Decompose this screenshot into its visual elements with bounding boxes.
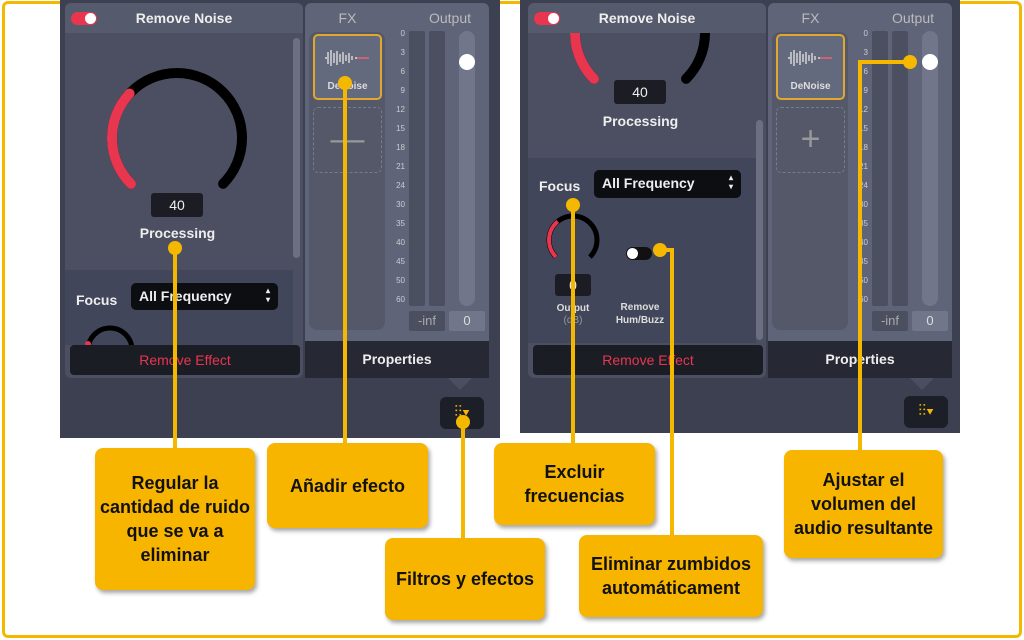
callout-dot xyxy=(653,243,667,257)
focus-select[interactable]: All Frequency xyxy=(594,170,741,198)
callout-add-effect: Añadir efecto xyxy=(267,443,428,528)
plus-icon: + xyxy=(800,120,821,158)
output-label: Output xyxy=(428,10,472,26)
scrollbar[interactable] xyxy=(293,38,300,258)
add-effect-button[interactable]: — xyxy=(313,107,382,173)
effect-title: Remove Noise xyxy=(528,3,766,33)
level-meter-right xyxy=(429,31,445,306)
callout-hum: Eliminar zumbidos automáticament xyxy=(579,535,763,617)
scale-tick: 15 xyxy=(396,124,405,133)
output-volume-handle[interactable] xyxy=(922,54,938,70)
scrollbar[interactable] xyxy=(756,120,763,340)
remove-effect-button[interactable]: Remove Effect xyxy=(70,345,300,375)
processing-value[interactable]: 40 xyxy=(151,193,203,217)
scale-tick: 18 xyxy=(396,143,405,152)
callout-dot xyxy=(456,415,470,429)
add-effect-button[interactable]: + xyxy=(776,107,845,173)
scale-tick: 60 xyxy=(396,295,405,304)
denoise-effect-tile[interactable]: DeNoise xyxy=(313,34,382,100)
screenshot-left: Remove Noise 40 Processing Focus All Fre… xyxy=(60,0,500,438)
scale-tick: 50 xyxy=(396,276,405,285)
fx-panel: FX Output DeNoise — 0 3 6 9 12 15 18 21 24 30 35 40… xyxy=(305,3,489,378)
scale-tick: 35 xyxy=(396,219,405,228)
output-label: Output xyxy=(891,10,935,26)
level-meter-left xyxy=(409,31,425,306)
scale-tick: 45 xyxy=(396,257,405,266)
scale-tick: 0 xyxy=(863,29,868,38)
denoise-effect-tile[interactable]: DeNoise xyxy=(776,34,845,100)
remove-hum-label: Remove xyxy=(620,302,660,313)
effect-card: Remove Noise 40 Processing Focus All Fre… xyxy=(528,3,766,378)
callout-line xyxy=(858,60,862,452)
popover-pointer xyxy=(910,378,934,390)
callout-line xyxy=(343,83,347,445)
focus-label: Focus xyxy=(539,178,581,194)
effect-enable-toggle[interactable] xyxy=(534,12,560,25)
scale-tick: 3 xyxy=(863,48,868,57)
callout-line xyxy=(571,205,575,445)
callout-dot xyxy=(338,76,352,90)
effects-list: DeNoise + xyxy=(772,32,848,330)
gain-input[interactable]: 0 xyxy=(912,311,948,331)
callout-focus: Excluir frecuencias xyxy=(494,443,655,525)
processing-label: Processing xyxy=(602,113,679,129)
focus-label: Focus xyxy=(76,292,118,308)
callout-line xyxy=(670,248,674,538)
callout-processing: Regular la cantidad de ruido que se va a… xyxy=(95,448,255,590)
callout-line xyxy=(173,248,177,450)
peak-readout: -inf xyxy=(409,311,445,331)
focus-section: Focus All Frequency xyxy=(65,270,293,352)
callout-dot xyxy=(566,198,580,212)
callout-dot xyxy=(903,55,917,69)
output-volume-handle[interactable] xyxy=(459,54,475,70)
effect-card: Remove Noise 40 Processing Focus All Fre… xyxy=(65,3,303,378)
fx-label: FX xyxy=(338,10,357,26)
scale-tick: 3 xyxy=(400,48,405,57)
level-meter-left xyxy=(872,31,888,306)
scale-tick: 30 xyxy=(396,200,405,209)
properties-tab[interactable]: Properties xyxy=(305,341,489,378)
filters-effects-button[interactable]: ⫶⫶▾ xyxy=(904,396,948,428)
plus-icon: — xyxy=(330,120,365,158)
fx-label: FX xyxy=(801,10,820,26)
focus-select[interactable]: All Frequency xyxy=(131,283,278,310)
peak-readout: -inf xyxy=(872,311,908,331)
callout-dot xyxy=(168,241,182,255)
effect-name: DeNoise xyxy=(790,81,831,92)
scale-tick: 9 xyxy=(400,86,405,95)
remove-effect-button[interactable]: Remove Effect xyxy=(533,345,763,375)
callout-filters: Filtros y efectos xyxy=(385,538,545,620)
screenshot-right: Remove Noise 40 Processing Focus All Fre… xyxy=(520,0,960,433)
processing-value[interactable]: 40 xyxy=(614,80,666,104)
scale-tick: 6 xyxy=(400,67,405,76)
waveform-icon xyxy=(788,50,832,66)
processing-label: Processing xyxy=(139,225,216,241)
scale-tick: 0 xyxy=(400,29,405,38)
scale-tick: 21 xyxy=(396,162,405,171)
scale-tick: 12 xyxy=(396,105,405,114)
remove-hum-toggle[interactable] xyxy=(626,247,652,260)
popover-pointer xyxy=(448,378,472,390)
output-volume-slider[interactable] xyxy=(459,31,475,306)
remove-hum-label-2: Hum/Buzz xyxy=(615,315,665,326)
waveform-icon xyxy=(325,50,369,66)
level-meter-right xyxy=(892,31,908,306)
sliders-icon: ⫶⫶▾ xyxy=(918,403,934,420)
scale-tick: 24 xyxy=(396,181,405,190)
callout-volume: Ajustar el volumen del audio resultante xyxy=(784,450,943,558)
scale-tick: 40 xyxy=(396,238,405,247)
effect-title: Remove Noise xyxy=(65,3,303,33)
effect-enable-toggle[interactable] xyxy=(71,12,97,25)
focus-section: Focus All Frequency 0 Output (dB) Remove… xyxy=(528,158,756,343)
callout-line xyxy=(461,422,465,540)
gain-input[interactable]: 0 xyxy=(449,311,485,331)
output-volume-slider[interactable] xyxy=(922,31,938,306)
